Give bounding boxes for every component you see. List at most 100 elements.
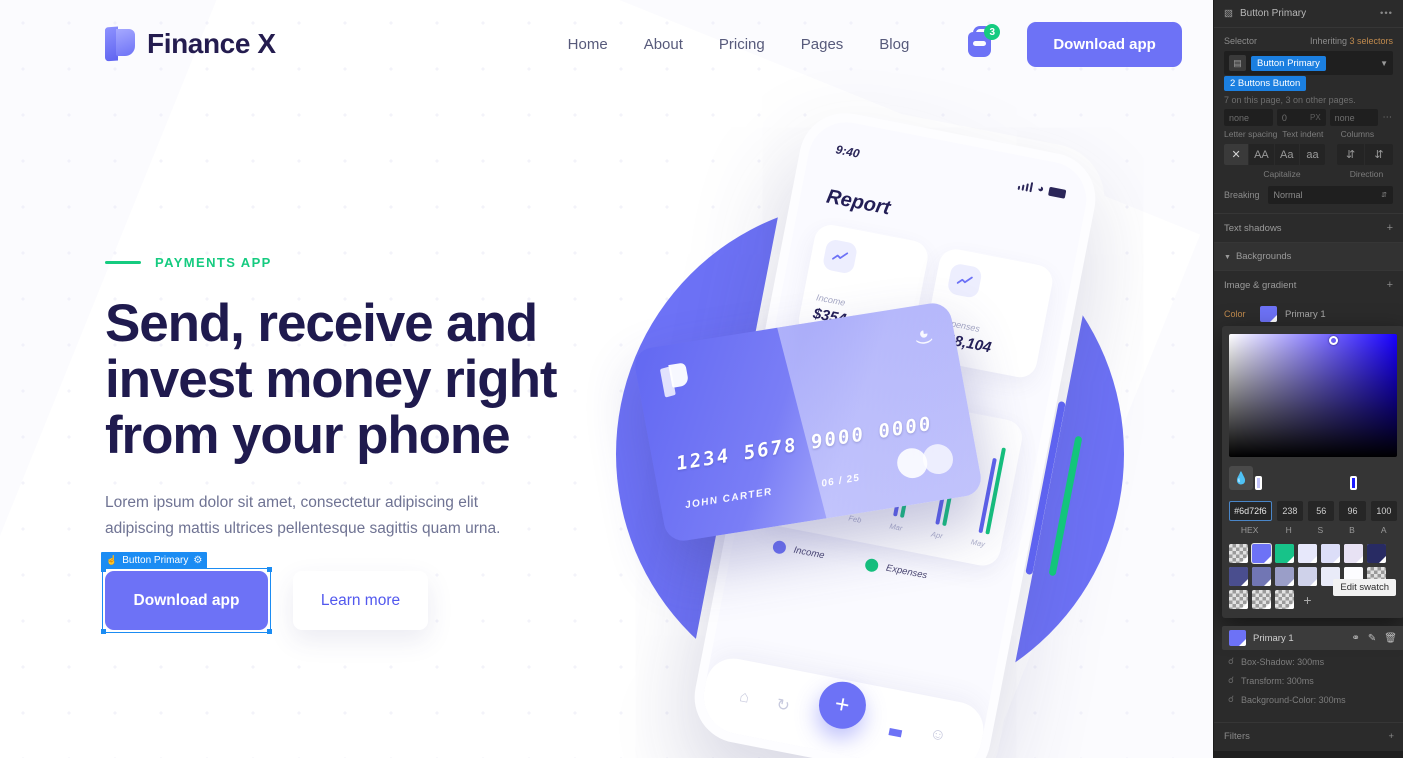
nav-item-home[interactable]: Home xyxy=(568,36,608,53)
color-swatch[interactable] xyxy=(1275,567,1294,586)
selector-label: Selector xyxy=(1224,36,1258,46)
direction-ltr-option[interactable]: ⇵ xyxy=(1337,144,1366,165)
section-filters[interactable]: Filters + xyxy=(1214,722,1403,750)
hero-copy: PAYMENTS APP Send, receive and invest mo… xyxy=(105,255,665,542)
nav-item-blog[interactable]: Blog xyxy=(879,36,909,53)
section-text-shadows[interactable]: Text shadows + xyxy=(1214,213,1403,242)
section-backgrounds[interactable]: ▼ Backgrounds xyxy=(1214,242,1403,270)
color-swatch[interactable] xyxy=(1275,544,1294,563)
color-picker[interactable]: 💧 #6d72f6 238 56 96 100 HEX H S B A + Ed… xyxy=(1222,326,1403,618)
capitalize-uppercase-option[interactable]: AA xyxy=(1249,144,1275,165)
active-swatch-bar[interactable]: Primary 1 ⚭ ✎ 🗑 xyxy=(1222,626,1403,650)
style-panel[interactable]: ▧ Button Primary ••• Selector Inheriting… xyxy=(1213,0,1403,758)
color-swatch[interactable] xyxy=(1321,544,1340,563)
logo-mark-icon xyxy=(105,26,135,62)
background-color-row[interactable]: Color Primary 1 xyxy=(1214,299,1403,329)
selector-chip-primary[interactable]: Button Primary xyxy=(1251,55,1326,71)
color-swatch[interactable] xyxy=(1298,544,1317,563)
link-icon: ☌ xyxy=(1228,656,1235,666)
color-swatch-preview[interactable] xyxy=(1260,306,1277,322)
breaking-row: Breaking Normal ⇵ xyxy=(1214,186,1403,213)
design-canvas[interactable]: Finance X Home About Pricing Pages Blog … xyxy=(0,0,1213,758)
brightness-input[interactable]: 96 xyxy=(1339,501,1366,521)
columns-input[interactable]: none xyxy=(1329,109,1379,126)
legend-item-expenses: Expenses xyxy=(864,557,928,583)
plus-icon[interactable]: + xyxy=(814,677,870,733)
chevron-down-icon[interactable]: ▼ xyxy=(1380,59,1388,68)
signal-icon xyxy=(1017,180,1034,193)
home-icon[interactable]: ⌂ xyxy=(738,688,751,708)
nav-download-app-button[interactable]: Download app xyxy=(1027,21,1182,67)
breaking-select[interactable]: Normal ⇵ xyxy=(1267,186,1393,204)
panel-menu-icon[interactable]: ••• xyxy=(1380,8,1393,19)
add-image-gradient-icon[interactable]: + xyxy=(1387,279,1393,291)
hero-learn-more-button[interactable]: Learn more xyxy=(293,571,428,630)
color-swatch[interactable] xyxy=(1275,590,1294,609)
capitalize-lowercase-option[interactable]: aa xyxy=(1300,144,1325,165)
gear-icon[interactable]: ⚙ xyxy=(193,555,202,566)
selector-chip-secondary[interactable]: 2 Buttons Button xyxy=(1224,76,1307,91)
contactless-icon: ◕) xyxy=(914,327,936,346)
color-swatch[interactable] xyxy=(1229,590,1248,609)
letter-spacing-input[interactable]: none xyxy=(1224,109,1273,126)
text-indent-label: Text indent xyxy=(1282,129,1324,139)
nav-item-about[interactable]: About xyxy=(644,36,683,53)
site-header: Finance X Home About Pricing Pages Blog … xyxy=(0,0,1213,88)
add-text-shadow-icon[interactable]: + xyxy=(1387,222,1393,234)
color-swatch[interactable] xyxy=(1298,567,1317,586)
history-icon[interactable]: ↻ xyxy=(774,694,791,716)
saturation-brightness-area[interactable] xyxy=(1229,334,1397,457)
alpha-input[interactable]: 100 xyxy=(1370,501,1398,521)
edit-swatch-tooltip: Edit swatch xyxy=(1333,579,1396,596)
cart-count-badge: 3 xyxy=(984,24,1001,40)
hero-download-app-button[interactable]: Download app xyxy=(105,571,268,630)
trend-up-icon xyxy=(946,262,983,299)
element-icon: ▧ xyxy=(1224,8,1233,19)
selector-field[interactable]: ▤ Button Primary ▼ xyxy=(1224,51,1393,75)
saturation-input[interactable]: 56 xyxy=(1308,501,1335,521)
color-swatch[interactable] xyxy=(1252,567,1271,586)
direction-segmented-control[interactable]: ⇵ ⇵ xyxy=(1337,144,1393,165)
saturation-label: S xyxy=(1317,525,1324,535)
transition-item[interactable]: ☌ Box-Shadow: 300ms xyxy=(1214,652,1403,671)
typography-field-labels: Letter spacing Text indent Columns xyxy=(1214,129,1403,144)
color-swatch[interactable] xyxy=(1229,567,1248,586)
color-swatch[interactable] xyxy=(1251,543,1272,564)
capitalize-none-option[interactable]: ✕ xyxy=(1224,144,1250,165)
add-swatch-button[interactable]: + xyxy=(1298,590,1317,609)
bar-chart-icon[interactable]: ▃ xyxy=(888,716,904,738)
section-image-gradient[interactable]: Image & gradient + xyxy=(1214,270,1403,299)
logo[interactable]: Finance X xyxy=(105,26,276,62)
unlink-icon[interactable]: ⚭ xyxy=(1352,633,1360,644)
nav-item-pricing[interactable]: Pricing xyxy=(719,36,765,53)
delete-icon[interactable]: 🗑 xyxy=(1384,633,1397,644)
transition-item[interactable]: ☌ Background-Color: 300ms xyxy=(1214,690,1403,709)
color-swatch[interactable] xyxy=(1252,590,1271,609)
color-swatch[interactable] xyxy=(1367,544,1386,563)
profile-icon[interactable]: ☺ xyxy=(928,725,947,746)
add-filter-icon[interactable]: + xyxy=(1388,731,1394,742)
color-value-fields: #6d72f6 238 56 96 100 xyxy=(1229,501,1398,521)
direction-rtl-option[interactable]: ⇵ xyxy=(1365,144,1393,165)
class-icon: ▤ xyxy=(1229,55,1246,71)
text-shadows-label: Text shadows xyxy=(1224,222,1282,234)
hue-input[interactable]: 238 xyxy=(1276,501,1304,521)
typography-more-icon[interactable]: ⋯ xyxy=(1382,112,1393,123)
capitalize-capitalize-option[interactable]: Aa xyxy=(1275,144,1300,165)
nav-item-pages[interactable]: Pages xyxy=(801,36,844,53)
color-swatch[interactable] xyxy=(1344,544,1363,563)
hero-cta-group: Download app ☝ Button Primary ⚙ Learn mo… xyxy=(101,552,428,634)
hex-input[interactable]: #6d72f6 xyxy=(1229,501,1272,521)
color-swatch[interactable] xyxy=(1229,544,1248,563)
cart-button[interactable]: 3 xyxy=(965,24,1001,59)
capitalize-segmented-control[interactable]: ✕ AA Aa aa xyxy=(1224,144,1326,165)
text-indent-input[interactable]: 0 PX xyxy=(1276,109,1326,126)
color-swatch-name: Primary 1 xyxy=(1285,308,1326,320)
image-gradient-label: Image & gradient xyxy=(1224,279,1297,291)
active-swatch-preview xyxy=(1229,630,1246,646)
eyedropper-icon[interactable]: 💧 xyxy=(1229,466,1253,490)
swatch-grid[interactable]: + xyxy=(1229,543,1397,609)
transition-item[interactable]: ☌ Transform: 300ms xyxy=(1214,671,1403,690)
edit-icon[interactable]: ✎ xyxy=(1368,633,1376,644)
picker-handle[interactable] xyxy=(1329,336,1338,345)
